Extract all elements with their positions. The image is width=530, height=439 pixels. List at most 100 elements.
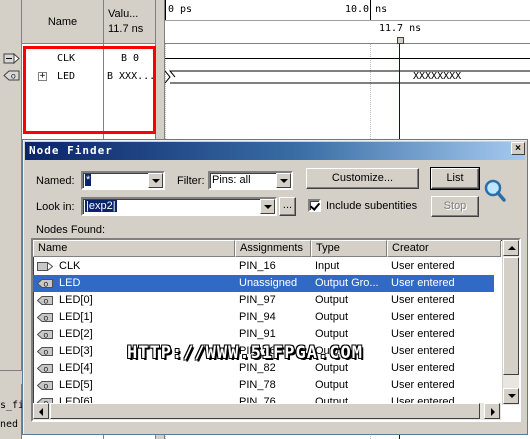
row-type: Input — [315, 260, 340, 272]
stop-button[interactable]: Stop — [431, 196, 479, 217]
output-pin-icon: O — [37, 364, 53, 373]
svg-text:O: O — [44, 299, 49, 306]
input-pin-icon — [3, 53, 20, 64]
output-pin-icon: O — [37, 279, 53, 288]
row-creator: User entered — [391, 328, 455, 340]
customize-button[interactable]: Customize... — [306, 168, 419, 189]
browse-button[interactable]: ... — [279, 197, 296, 216]
row-assignment: PIN_94 — [239, 311, 276, 323]
expand-toggle-led[interactable]: + — [38, 72, 47, 81]
row-creator: User entered — [391, 345, 455, 357]
row-assignment: PIN_78 — [239, 379, 276, 391]
row-type: Output — [315, 328, 349, 340]
include-subentities-checkbox[interactable] — [308, 199, 321, 212]
column-header-creator[interactable]: Creator — [387, 240, 501, 257]
row-name: LED[3] — [59, 345, 93, 357]
scroll-up-icon[interactable] — [503, 240, 519, 256]
nodes-found-label: Nodes Found: — [36, 224, 106, 236]
ruler-mid-label: 10.0 ns — [345, 4, 388, 15]
chevron-down-icon[interactable] — [260, 199, 275, 214]
close-icon[interactable]: × — [511, 142, 525, 155]
column-header-value[interactable]: Valu... 11.7 ns — [104, 0, 156, 44]
nodes-found-list[interactable]: Name Assignments Type Creator CLK PIN_16 I… — [31, 238, 521, 422]
row-creator: User entered — [391, 294, 455, 306]
include-subentities-label[interactable]: Include subentities — [326, 200, 417, 212]
output-pin-icon: O — [3, 70, 20, 81]
list-button[interactable]: List — [430, 167, 480, 190]
bus-value-label: XXXXXXXX — [413, 71, 462, 82]
row-type: Output — [315, 379, 349, 391]
row-assignment: Unassigned — [239, 277, 298, 289]
ruler-start-label: 0 ps — [168, 4, 193, 15]
row-creator: User entered — [391, 379, 455, 391]
scroll-thumb[interactable] — [50, 403, 480, 419]
node-finder-dialog: Node Finder × Named: * Filter: Pins: all… — [22, 139, 528, 435]
svg-text:O: O — [44, 384, 49, 391]
named-label: Named: — [36, 175, 75, 187]
list-item[interactable]: O LED Unassigned Output Gro... User entered — [33, 275, 494, 292]
output-pin-icon: O — [37, 313, 53, 322]
ruler-tick — [165, 0, 166, 20]
scroll-down-icon[interactable] — [503, 388, 519, 404]
column-header-type[interactable]: Type — [311, 240, 387, 257]
clk-waveform — [165, 58, 530, 59]
background-text-fragment: s_fi — [0, 400, 25, 411]
svg-text:O: O — [44, 367, 49, 374]
output-pin-icon: O — [37, 330, 53, 339]
svg-text:O: O — [11, 74, 16, 81]
row-name: LED — [59, 277, 81, 289]
svg-text:O: O — [44, 316, 49, 323]
time-ruler[interactable]: 0 ps 10.0 ns 11.7 ns — [165, 0, 530, 44]
horizontal-scrollbar[interactable] — [33, 403, 501, 420]
list-item[interactable]: O LED[1] PIN_94 Output User entered — [33, 309, 494, 326]
column-header-name[interactable]: Name — [33, 240, 235, 257]
filter-value: Pins: all — [212, 174, 251, 186]
scroll-left-icon[interactable] — [33, 403, 49, 419]
row-name: LED[0] — [59, 294, 93, 306]
value-header-label: Valu... — [108, 8, 139, 20]
signal-name-clk[interactable]: CLK — [57, 53, 75, 64]
row-name: LED[5] — [59, 379, 93, 391]
value-header-time: 11.7 ns — [108, 23, 144, 35]
vertical-scrollbar[interactable] — [502, 240, 519, 405]
row-name: LED[4] — [59, 362, 93, 374]
list-item[interactable]: O LED[5] PIN_78 Output User entered — [33, 377, 494, 394]
column-header-name[interactable]: Name — [22, 0, 104, 44]
list-item[interactable]: CLK PIN_16 Input User entered — [33, 258, 494, 275]
lookin-combo[interactable]: |exp2| — [81, 197, 277, 216]
chevron-down-icon[interactable] — [276, 173, 291, 188]
lookin-label: Look in: — [36, 201, 75, 213]
watermark-text: HTTP://WWW.51FPGA.COM — [127, 343, 363, 363]
signal-value-clk: B 0 — [121, 53, 140, 64]
scroll-thumb[interactable] — [503, 257, 519, 375]
named-combo[interactable]: * — [81, 171, 165, 190]
svg-text:O: O — [44, 350, 49, 357]
svg-text:O: O — [44, 282, 49, 289]
named-value[interactable]: * — [85, 174, 92, 186]
search-icon[interactable] — [483, 178, 507, 204]
signal-value-led: B XXX... — [107, 71, 156, 82]
list-item[interactable]: O LED[0] PIN_97 Output User entered — [33, 292, 494, 309]
background-text-fragment: ned — [0, 419, 19, 430]
filter-combo[interactable]: Pins: all — [208, 171, 293, 190]
time-cursor-handle[interactable] — [397, 37, 404, 44]
background-scrollbar[interactable] — [0, 370, 22, 384]
row-creator: User entered — [391, 362, 455, 374]
output-pin-icon: O — [37, 381, 53, 390]
row-creator: User entered — [391, 260, 455, 272]
filter-label: Filter: — [177, 175, 205, 187]
dialog-title[interactable]: Node Finder — [25, 142, 525, 160]
input-pin-icon — [37, 262, 53, 271]
list-item[interactable]: O LED[2] PIN_91 Output User entered — [33, 326, 494, 343]
row-assignment: PIN_91 — [239, 328, 276, 340]
lookin-value[interactable]: |exp2| — [85, 200, 117, 212]
chevron-down-icon[interactable] — [148, 173, 163, 188]
signal-name-led[interactable]: LED — [57, 71, 75, 82]
row-assignment: PIN_16 — [239, 260, 276, 272]
scroll-right-icon[interactable] — [484, 403, 500, 419]
output-pin-icon: O — [37, 296, 53, 305]
ruler-divider — [165, 20, 530, 21]
output-pin-icon: O — [37, 347, 53, 356]
column-header-assignments[interactable]: Assignments — [235, 240, 311, 257]
row-type: Output — [315, 311, 349, 323]
